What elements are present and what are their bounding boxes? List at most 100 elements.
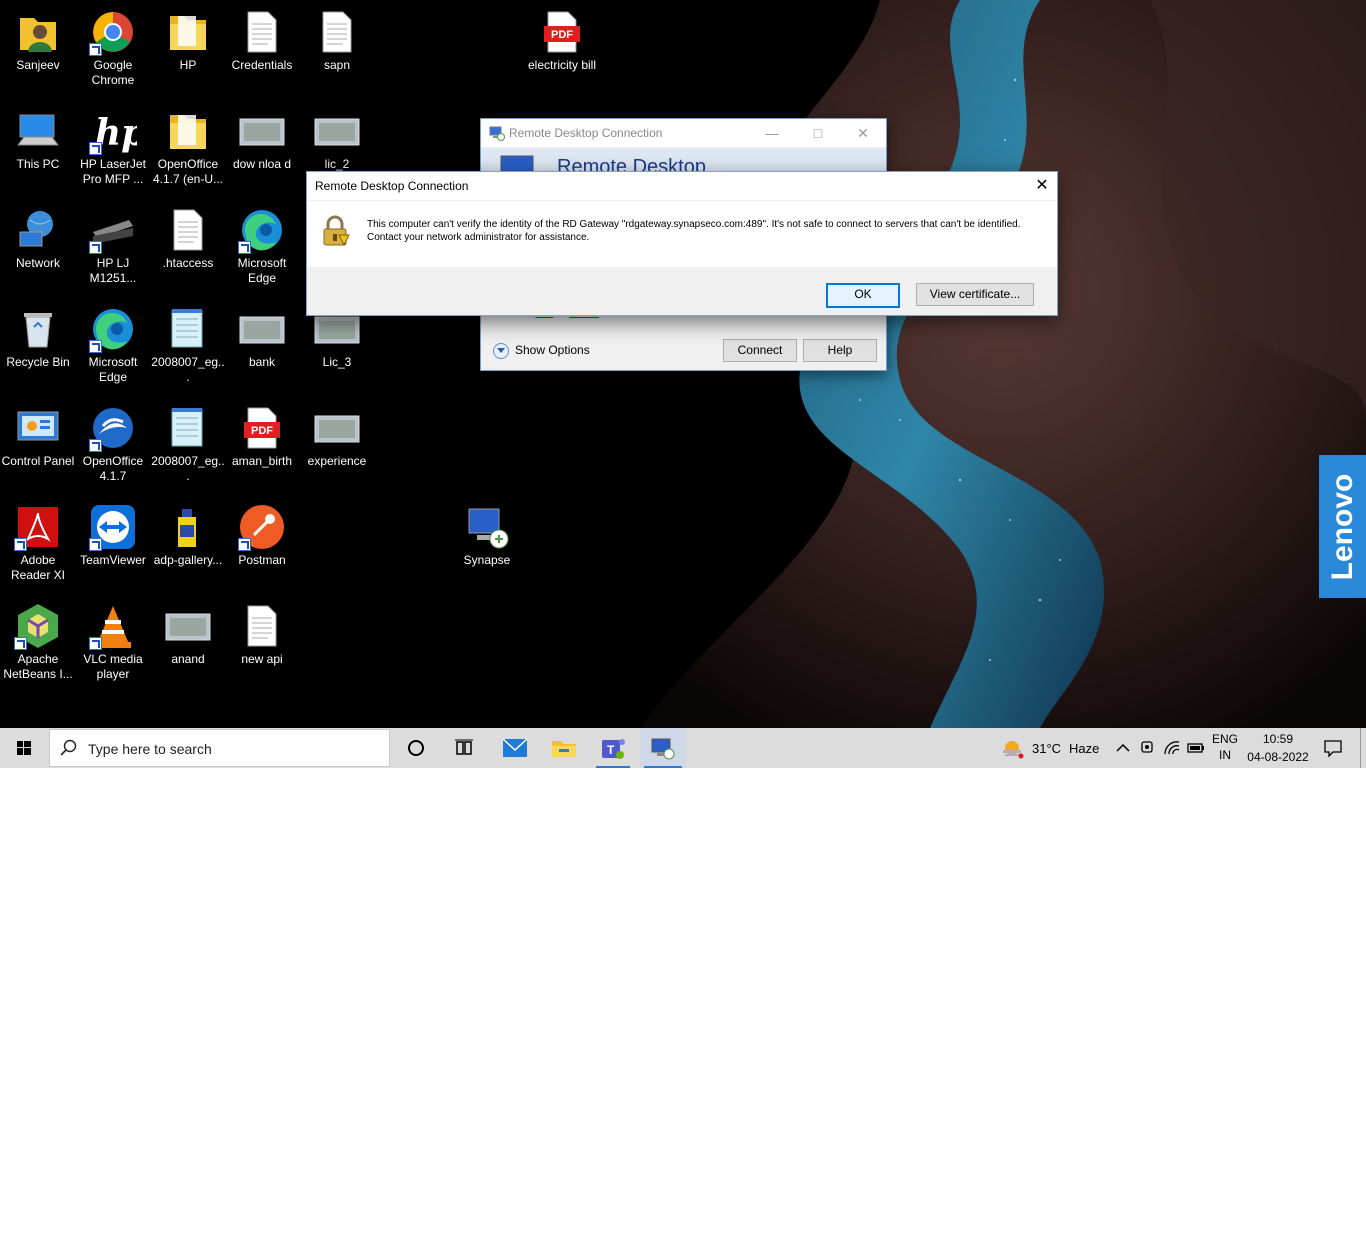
show-desktop-button[interactable] <box>1360 728 1366 768</box>
desktop-icon[interactable]: HP LJ M1251... <box>75 206 151 286</box>
desktop-icon[interactable]: Credentials <box>224 8 300 73</box>
desktop-icon-label: Microsoft Edge <box>237 256 287 285</box>
input-language-button[interactable]: ENG IN <box>1208 728 1242 768</box>
task-view-icon <box>455 739 473 755</box>
pdf-icon: PDF <box>538 8 586 56</box>
desktop-icon[interactable]: VLC media player <box>75 602 151 682</box>
dialog-message: This computer can't verify the identity … <box>367 219 1021 243</box>
help-button[interactable]: Help <box>803 339 877 362</box>
desktop-icon[interactable]: 2008007_eg... <box>150 404 226 484</box>
dialog-titlebar[interactable]: Remote Desktop Connection ✕ <box>307 172 1057 200</box>
battery-icon <box>1187 743 1204 753</box>
search-box[interactable]: Type here to search <box>49 729 390 767</box>
wifi-icon <box>1164 741 1180 755</box>
teams-icon: T <box>602 739 625 759</box>
desktop-icon-label: Google Chrome <box>91 58 135 87</box>
desktop-icon[interactable]: OpenOffice 4.1.7 (en-U... <box>150 107 226 187</box>
action-center-button[interactable] <box>1316 728 1350 768</box>
lenovo-logo-text: Lenovo <box>1325 473 1359 580</box>
image-thumbnail-icon <box>313 107 361 155</box>
edge-icon <box>89 305 137 353</box>
maximize-button[interactable]: □ <box>795 119 841 147</box>
desktop-icon[interactable]: HP <box>150 8 226 73</box>
desktop-icon[interactable]: anand <box>150 602 226 667</box>
battery-tray-button[interactable] <box>1185 728 1207 768</box>
ok-button[interactable]: OK <box>826 283 900 308</box>
desktop-icon[interactable]: hpHP LaserJet Pro MFP ... <box>75 107 151 187</box>
desktop: Lenovo Sanjeev Google Chrome HP Credentials… <box>0 0 1366 728</box>
chrome-icon <box>89 8 137 56</box>
postman-icon <box>238 503 286 551</box>
shortcut-arrow-icon <box>89 439 102 452</box>
view-certificate-button[interactable]: View certificate... <box>916 283 1034 306</box>
mail-taskbar-button[interactable] <box>494 728 536 768</box>
clock-button[interactable]: 10:59 04-08-2022 <box>1244 728 1312 768</box>
show-options-toggle[interactable]: Show Options <box>493 343 590 359</box>
active-indicator <box>596 766 630 768</box>
recycle-bin-icon <box>14 305 62 353</box>
desktop-icon[interactable]: PDF electricity bill <box>524 8 600 73</box>
desktop-icon[interactable]: Control Panel <box>0 404 76 469</box>
desktop-icon[interactable]: sapn <box>299 8 375 73</box>
taskbar: Type here to search T 31°C Haze ENG IN 1… <box>0 728 1366 768</box>
desktop-icon[interactable]: Sanjeev <box>0 8 76 73</box>
dialog-close-icon[interactable]: ✕ <box>1027 172 1057 200</box>
desktop-icon-label: bank <box>248 355 276 369</box>
desktop-icon-label: Control Panel <box>1 454 75 468</box>
desktop-icon[interactable]: bank <box>224 305 300 370</box>
teams-taskbar-button[interactable]: T <box>592 728 634 768</box>
certificate-warning-dialog[interactable]: Remote Desktop Connection ✕ This compute… <box>306 171 1058 316</box>
desktop-icon[interactable]: new api <box>224 602 300 667</box>
desktop-icon-label: VLC media player <box>83 652 143 681</box>
shortcut-arrow-icon <box>89 241 102 254</box>
desktop-icon[interactable]: OpenOffice 4.1.7 <box>75 404 151 484</box>
desktop-icon-label: new api <box>241 652 283 666</box>
desktop-icon[interactable]: 2008007_eg... <box>150 305 226 385</box>
cortana-button[interactable] <box>395 728 437 768</box>
dialog-body: This computer can't verify the identity … <box>307 201 1057 267</box>
desktop-icon[interactable]: Postman <box>224 503 300 568</box>
close-button[interactable]: ✕ <box>840 119 886 147</box>
desktop-icon[interactable]: dow nloa d <box>224 107 300 172</box>
padlock-warning-icon <box>323 215 350 247</box>
desktop-icon[interactable]: This PC <box>0 107 76 172</box>
user-folder-icon <box>14 8 62 56</box>
notepad-icon <box>164 404 212 452</box>
task-view-button[interactable] <box>443 728 485 768</box>
desktop-icon[interactable]: lic_2 <box>299 107 375 172</box>
desktop-icon[interactable]: adp-gallery... <box>150 503 226 568</box>
desktop-icon[interactable]: Apache NetBeans I... <box>0 602 76 682</box>
search-icon <box>60 739 77 756</box>
desktop-icon[interactable]: Google Chrome <box>75 8 151 88</box>
desktop-icon[interactable]: Microsoft Edge <box>75 305 151 385</box>
notepad-icon <box>164 305 212 353</box>
desktop-icon[interactable]: Network <box>0 206 76 271</box>
desktop-icon-label: This PC <box>16 157 60 171</box>
desktop-icon[interactable]: Adobe Reader XI <box>0 503 76 583</box>
desktop-icon[interactable]: TeamViewer <box>75 503 151 568</box>
desktop-icon[interactable]: .htaccess <box>150 206 226 271</box>
network-tray-button[interactable] <box>1161 728 1183 768</box>
show-hidden-icons-button[interactable] <box>1113 728 1133 768</box>
desktop-icon[interactable]: Microsoft Edge <box>224 206 300 286</box>
connect-button[interactable]: Connect <box>723 339 797 362</box>
desktop-icon[interactable]: PDF aman_birth <box>224 404 300 469</box>
file-explorer-taskbar-button[interactable] <box>543 728 585 768</box>
active-indicator <box>644 766 682 768</box>
weather-widget[interactable]: 31°C Haze <box>998 728 1106 768</box>
remote-desktop-icon <box>651 738 675 760</box>
scanner-icon <box>89 206 137 254</box>
minimize-button[interactable]: — <box>749 119 795 147</box>
edge-icon <box>238 206 286 254</box>
desktop-icon-label: 2008007_eg... <box>151 454 225 483</box>
pdf-icon: PDF <box>238 404 286 452</box>
meet-now-button[interactable] <box>1137 728 1157 768</box>
desktop-icon[interactable]: experience <box>299 404 375 469</box>
bottle-icon <box>164 503 212 551</box>
desktop-icon[interactable]: Synapse <box>449 503 525 568</box>
desktop-icon[interactable]: Recycle Bin <box>0 305 76 370</box>
image-thumbnail-icon <box>238 107 286 155</box>
rdc-taskbar-button[interactable] <box>640 728 686 768</box>
start-button[interactable] <box>0 728 48 768</box>
rdc-titlebar[interactable]: Remote Desktop Connection — □ ✕ <box>481 119 886 147</box>
